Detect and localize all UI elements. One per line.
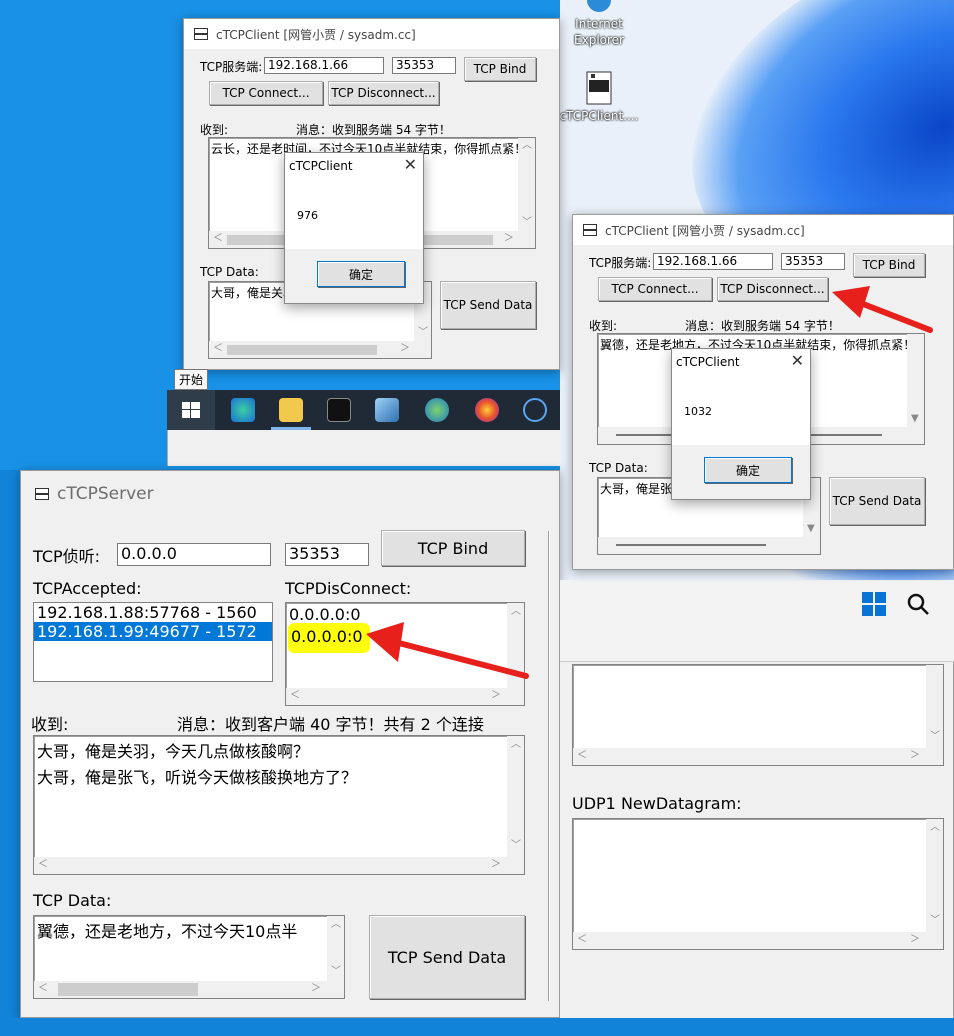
red-arrow-icon	[366, 622, 529, 679]
red-arrow-icon	[832, 286, 933, 333]
annotation-arrows	[366, 286, 933, 679]
